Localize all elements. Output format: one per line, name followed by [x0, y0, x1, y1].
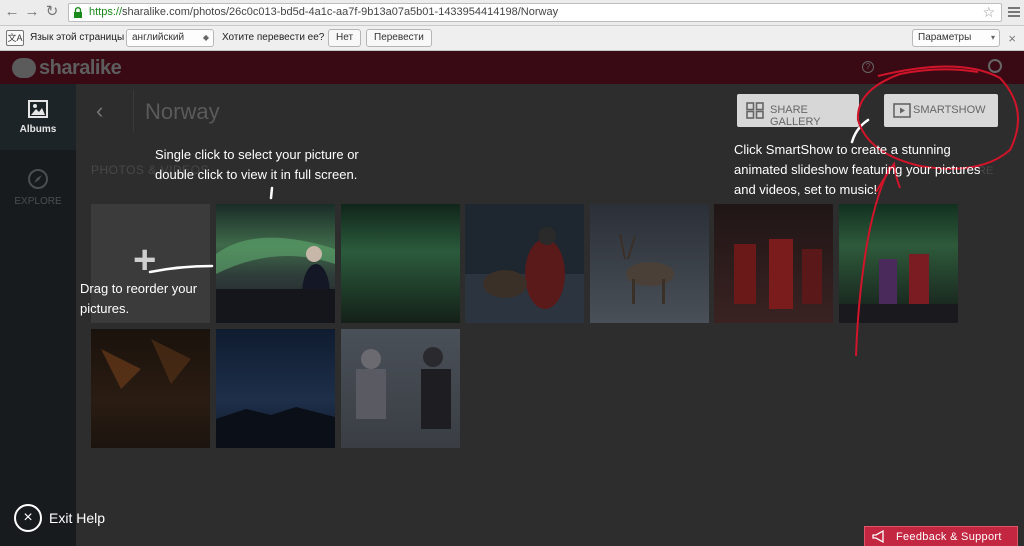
plus-icon: +: [133, 238, 157, 282]
snow-people-photo: [356, 347, 451, 429]
app-header: sharalike ?: [0, 51, 1024, 84]
back-chevron-icon[interactable]: ‹: [96, 98, 103, 124]
photo-tile[interactable]: [216, 329, 335, 448]
photo-tile[interactable]: [465, 204, 584, 323]
sidebar-item-label: Albums: [19, 124, 57, 135]
megaphone-icon: [872, 530, 884, 543]
photo-tile[interactable]: [341, 329, 460, 448]
translate-question: Хотите перевести ее?: [222, 32, 325, 43]
photo-tile[interactable]: [839, 204, 958, 323]
aurora-person-photo: [216, 237, 335, 323]
sidebar-item-explore[interactable]: EXPLORE: [0, 168, 76, 224]
translate-button[interactable]: Перевести: [366, 29, 432, 47]
translate-icon: 文A: [6, 30, 24, 46]
share-gallery-button[interactable]: SHARE GALLERY: [737, 94, 859, 128]
sharalike-logo[interactable]: sharalike: [12, 57, 122, 79]
star-icon[interactable]: ☆: [982, 4, 995, 21]
options-select[interactable]: Параметры ▾: [912, 29, 1000, 47]
exit-help-button[interactable]: × Exit Help: [14, 504, 105, 532]
lock-icon: [74, 7, 82, 18]
reload-icon[interactable]: ↻: [44, 3, 60, 21]
photo-tile[interactable]: [341, 204, 460, 323]
browser-toolbar: ← → ↻ https://sharalike.com/photos/26c0c…: [0, 0, 1024, 26]
sidebar-item-label: EXPLORE: [14, 196, 62, 207]
photo-tile[interactable]: [714, 204, 833, 323]
help-icon[interactable]: ?: [862, 61, 874, 73]
forward-arrow-icon[interactable]: →: [24, 3, 40, 21]
translate-bar: 文A Язык этой страницы английский ◆ Хотите…: [0, 26, 1024, 51]
page-language-label: Язык этой страницы: [30, 32, 125, 43]
close-icon[interactable]: ×: [1008, 31, 1016, 46]
photo-tile[interactable]: [91, 329, 210, 448]
grid-icon: [746, 102, 764, 119]
slideshow-icon: [893, 103, 911, 118]
select-arrow-icon: ◆: [202, 33, 209, 42]
back-arrow-icon[interactable]: ←: [4, 3, 20, 21]
close-icon: ×: [14, 504, 42, 532]
sidebar-item-albums[interactable]: Albums: [0, 84, 76, 150]
header-divider: [133, 90, 134, 132]
page-title: Norway: [145, 99, 220, 124]
reorder-tip: Drag to reorder your pictures.: [80, 281, 198, 316]
power-icon[interactable]: [988, 59, 1002, 73]
select-tip: Single click to select your picture or d…: [155, 147, 359, 182]
smartshow-tip: Click SmartShow to create a stunning ani…: [734, 142, 981, 197]
logo-icon: [12, 58, 36, 78]
page-language-select[interactable]: английский ◆: [126, 29, 214, 47]
no-button[interactable]: Нет: [328, 29, 362, 47]
smartshow-button[interactable]: SMARTSHOW: [884, 94, 998, 127]
browser-menu-icon[interactable]: [1008, 5, 1020, 19]
compass-icon: [28, 169, 48, 189]
red-coat-group-photo: [734, 239, 822, 309]
feedback-support-button[interactable]: Feedback & Support: [864, 526, 1018, 546]
reindeer-group-photo: [465, 227, 584, 323]
aurora-two-people-photo: [839, 254, 958, 323]
address-bar[interactable]: https://sharalike.com/photos/26c0c013-bd…: [68, 3, 1002, 22]
chevron-down-icon: ▾: [990, 33, 995, 42]
photo-tile[interactable]: [590, 204, 709, 323]
url-text: https://sharalike.com/photos/26c0c013-bd…: [89, 6, 559, 18]
photo-tile[interactable]: [216, 204, 335, 323]
fjord-dusk-photo: [216, 407, 335, 448]
albums-icon: [28, 100, 48, 118]
sidebar: Albums EXPLORE: [0, 84, 76, 546]
reindeer-snow-photo: [619, 233, 674, 304]
campfire-photo: [101, 339, 191, 389]
